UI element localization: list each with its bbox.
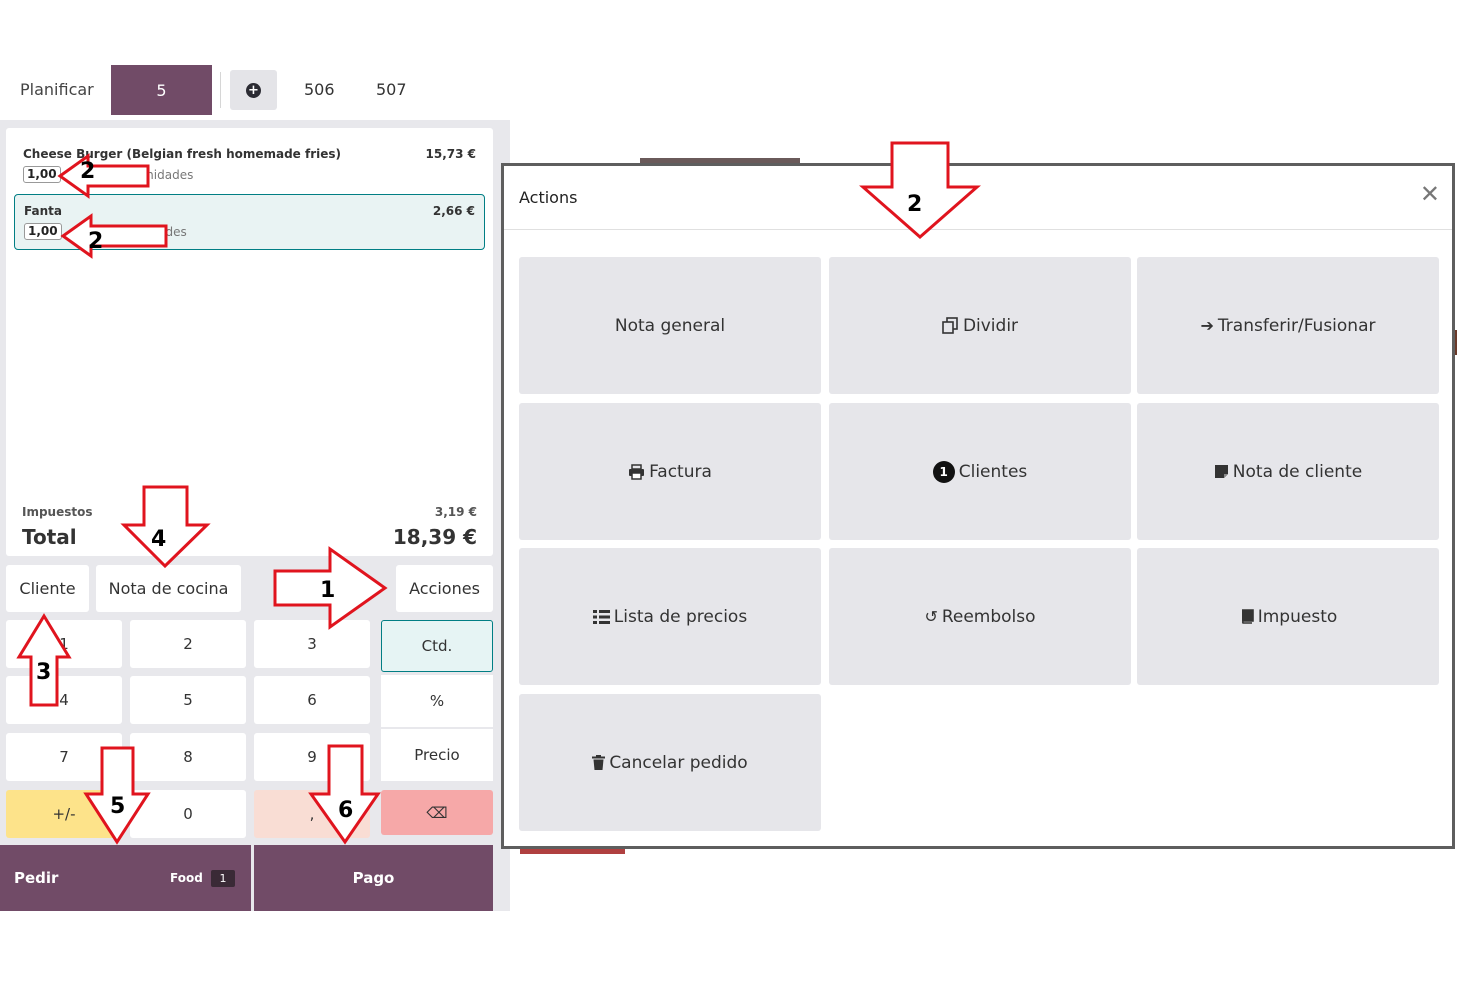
- order-line-fanta[interactable]: Fanta 2,66 € 1,00 x 2,66 € / Unidades: [14, 194, 485, 250]
- action-transfer-merge[interactable]: ➔ Transferir/Fusionar: [1137, 257, 1439, 394]
- action-general-note[interactable]: Nota general: [519, 257, 821, 394]
- tab-order-5[interactable]: 5: [111, 65, 212, 115]
- undo-icon: ↺: [924, 607, 938, 626]
- numpad-decimal[interactable]: ,: [254, 790, 370, 838]
- action-split[interactable]: Dividir: [829, 257, 1131, 394]
- payment-button[interactable]: Pago: [254, 845, 493, 911]
- dialog-title: Actions: [519, 188, 578, 207]
- order-line-unit-price: x 15,73 € / Unidades: [69, 168, 194, 182]
- numpad-1[interactable]: 1: [6, 620, 122, 668]
- customer-count-badge: 1: [932, 460, 955, 483]
- action-label: Lista de precios: [613, 606, 748, 627]
- new-order-button[interactable]: +: [230, 70, 277, 110]
- action-invoice[interactable]: Factura: [519, 403, 821, 540]
- kitchen-note-button[interactable]: Nota de cocina: [96, 565, 241, 612]
- trash-icon: [592, 755, 606, 770]
- order-line-cheese-burger[interactable]: Cheese Burger (Belgian fresh homemade fr…: [14, 138, 485, 194]
- actions-button[interactable]: Acciones: [396, 565, 493, 612]
- action-label: Nota general: [614, 315, 726, 336]
- action-label: Impuesto: [1257, 606, 1338, 627]
- arrow-right-icon: ➔: [1200, 316, 1214, 335]
- action-pricelist[interactable]: Lista de precios: [519, 548, 821, 685]
- action-customers[interactable]: 1 Clientes: [829, 403, 1131, 540]
- mode-discount[interactable]: %: [381, 675, 493, 727]
- tab-divider: [220, 72, 221, 108]
- dialog-divider: [504, 229, 1452, 230]
- numpad-6[interactable]: 6: [254, 676, 370, 724]
- plus-circle-icon: +: [246, 82, 261, 98]
- plan-floor-button[interactable]: Planificar: [20, 80, 94, 99]
- numpad-7[interactable]: 7: [6, 733, 122, 781]
- mode-price[interactable]: Precio: [381, 729, 493, 781]
- numpad-4[interactable]: 4: [6, 676, 122, 724]
- tab-order-507[interactable]: 507: [376, 80, 407, 99]
- numpad-3[interactable]: 3: [254, 620, 370, 668]
- action-cancel-order[interactable]: Cancelar pedido: [519, 694, 821, 831]
- order-button-label: Pedir: [14, 869, 59, 887]
- customer-button[interactable]: Cliente: [6, 565, 89, 612]
- numpad-0[interactable]: 0: [130, 790, 246, 838]
- action-customer-note[interactable]: Nota de cliente: [1137, 403, 1439, 540]
- numpad-sign[interactable]: +/-: [6, 790, 122, 838]
- total-label: Total: [22, 525, 77, 549]
- action-label: Cancelar pedido: [609, 752, 748, 773]
- tax-value: 3,19 €: [434, 505, 477, 519]
- action-label: Clientes: [958, 461, 1028, 482]
- food-category-label: Food: [170, 871, 203, 885]
- print-icon: [628, 463, 645, 480]
- action-label: Transferir/Fusionar: [1217, 315, 1376, 336]
- action-label: Factura: [649, 461, 712, 482]
- order-line-qty: 1,00: [23, 166, 61, 183]
- order-line-name: Fanta: [24, 204, 62, 218]
- order-tabs-bar: Planificar 5 + 506 507: [0, 62, 510, 118]
- order-line-qty: 1,00: [24, 223, 62, 240]
- tax-label: Impuestos: [22, 505, 93, 519]
- tab-order-506[interactable]: 506: [304, 80, 335, 99]
- order-line-price: 2,66 €: [432, 204, 475, 218]
- order-line-unit-price: x 2,66 € / Unidades: [70, 225, 187, 239]
- order-line-name: Cheese Burger (Belgian fresh homemade fr…: [23, 147, 342, 161]
- actions-dialog: Actions ✕ Nota general Dividir ➔ Transfe…: [501, 163, 1455, 849]
- close-icon[interactable]: ✕: [1420, 182, 1440, 206]
- order-button[interactable]: Pedir Food 1: [0, 845, 251, 911]
- numpad-9[interactable]: 9: [254, 733, 370, 781]
- action-tax[interactable]: Impuesto: [1137, 548, 1439, 685]
- action-refund[interactable]: ↺ Reembolso: [829, 548, 1131, 685]
- numpad-2[interactable]: 2: [130, 620, 246, 668]
- action-label: Nota de cliente: [1232, 461, 1363, 482]
- action-label: Dividir: [962, 315, 1019, 336]
- order-line-price: 15,73 €: [425, 147, 476, 161]
- backspace-icon: ⌫: [426, 803, 448, 822]
- sticky-note-icon: [1214, 464, 1229, 479]
- copy-icon: [942, 317, 959, 334]
- food-count-badge: 1: [211, 870, 235, 887]
- total-value: 18,39 €: [392, 525, 477, 549]
- action-label: Reembolso: [941, 606, 1036, 627]
- numpad-5[interactable]: 5: [130, 676, 246, 724]
- backspace-button[interactable]: ⌫: [381, 790, 493, 835]
- mode-quantity[interactable]: Ctd.: [381, 620, 493, 672]
- list-icon: [592, 609, 610, 624]
- book-icon: [1239, 609, 1254, 624]
- numpad-8[interactable]: 8: [130, 733, 246, 781]
